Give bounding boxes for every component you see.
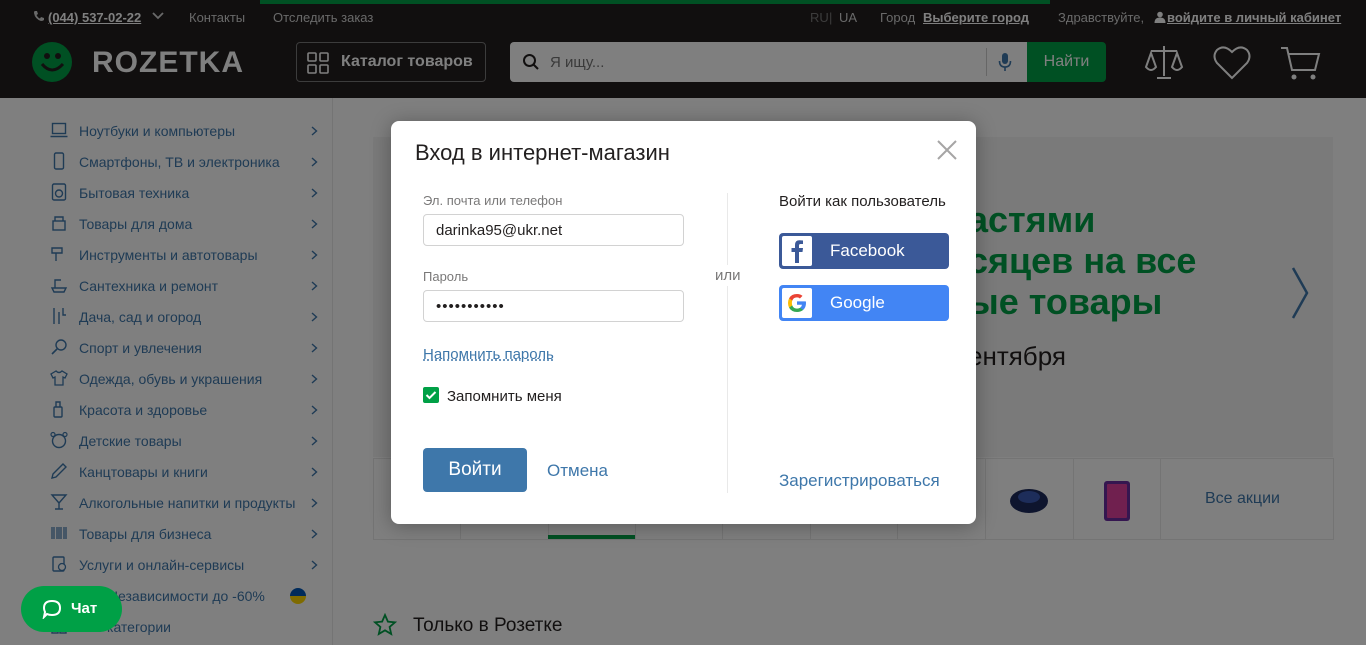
chat-button[interactable]: Чат (21, 586, 122, 632)
social-login-title: Войти как пользователь (779, 193, 946, 210)
cancel-link[interactable]: Отмена (547, 461, 608, 481)
modal-title: Вход в интернет-магазин (415, 140, 670, 165)
google-label: Google (830, 293, 885, 312)
chat-bubble-icon (42, 599, 62, 619)
login-button[interactable]: Войти (423, 448, 527, 492)
email-label: Эл. почта или телефон (423, 193, 563, 208)
remember-me-label: Запомнить меня (447, 388, 562, 405)
checkmark-icon (425, 391, 437, 400)
email-field[interactable] (423, 214, 684, 246)
column-divider (727, 193, 728, 493)
remind-password-link[interactable]: Напомнить пароль (423, 346, 554, 363)
password-field[interactable] (423, 290, 684, 322)
facebook-label: Facebook (830, 241, 905, 260)
close-icon[interactable] (936, 139, 958, 161)
chat-button-label: Чат (71, 600, 98, 617)
register-link[interactable]: Зарегистрироваться (779, 471, 940, 491)
google-login-button[interactable]: Google (779, 285, 949, 321)
remember-me-checkbox[interactable] (423, 387, 439, 403)
login-modal: Вход в интернет-магазин Эл. почта или те… (391, 121, 976, 524)
google-icon (782, 288, 812, 318)
password-label: Пароль (423, 269, 469, 284)
facebook-login-button[interactable]: Facebook (779, 233, 949, 269)
or-separator: или (715, 265, 741, 286)
facebook-icon (782, 236, 812, 266)
